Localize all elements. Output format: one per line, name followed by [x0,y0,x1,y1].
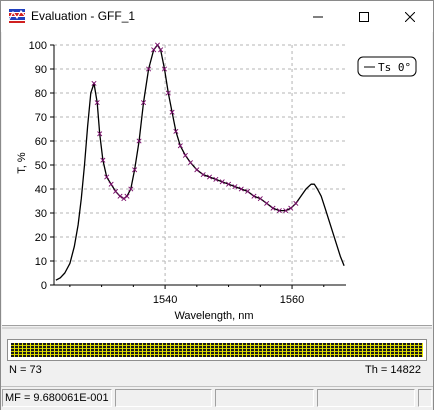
status-bar: MF = 9.680061E-001 [1,386,433,410]
data-point [108,181,114,187]
y-tick-label: 60 [35,136,47,148]
y-tick-label: 20 [35,232,47,244]
y-ticks: 0 10 20 30 40 50 60 70 80 90 100 [29,40,54,292]
x-axis-label: Wavelength, nm [174,310,253,322]
status-cell-3 [215,389,314,407]
separator [2,327,432,329]
status-merit-function: MF = 9.680061E-001 [2,389,112,407]
y-tick-label: 40 [35,184,47,196]
plot-panel[interactable]: 0 10 20 30 40 50 60 70 80 90 100 1540 1560 Waveleng… [2,32,432,326]
iterations-count: N = 73 [9,364,42,376]
progress-panel: N = 73 Th = 14822 [2,331,432,381]
transmittance-chart[interactable]: 0 10 20 30 40 50 60 70 80 90 100 1540 1560 Waveleng… [2,32,432,325]
y-tick-label: 80 [35,88,47,100]
window-title: Evaluation - GFF_1 [31,9,136,23]
x-ticks: 1540 1560 [69,285,325,306]
data-point [293,200,299,206]
x-tick-label: 1540 [153,294,177,306]
data-point [187,160,193,166]
threshold-value: Th = 14822 [365,364,421,376]
y-tick-label: 50 [35,160,47,172]
y-tick-label: 90 [35,64,47,76]
legend-entry: Ts 0° [378,61,411,74]
y-tick-label: 70 [35,112,47,124]
title-bar[interactable]: Evaluation - GFF_1 [1,1,433,32]
minimize-button[interactable] [295,1,341,32]
progress-bar [7,339,427,361]
data-point [194,167,200,173]
series [55,42,345,281]
minimize-icon [313,16,323,17]
y-tick-label: 100 [29,40,47,52]
app-icon [8,8,26,24]
status-cell-2 [115,389,212,407]
evaluation-window: Evaluation - GFF_1 0 10 20 30 40 50 60 70 [0,0,434,410]
y-tick-label: 0 [41,280,47,292]
x-tick-label: 1560 [280,294,304,306]
close-icon [405,11,415,22]
data-point [124,193,130,199]
maximize-icon [359,11,369,22]
data-point [121,196,127,202]
grid [54,44,346,285]
status-cell-5 [418,389,432,407]
series-line-transmittance [55,44,345,281]
y-tick-label: 30 [35,208,47,220]
data-point [154,42,160,48]
status-cell-4 [317,389,415,407]
data-point [113,188,119,194]
y-axis-label: T, % [16,152,28,174]
data-point [117,193,123,199]
progress-bar-fill [11,343,423,357]
legend[interactable]: Ts 0° [357,56,417,77]
data-point [182,152,188,158]
data-point [264,200,270,206]
maximize-button[interactable] [341,1,387,32]
close-button[interactable] [387,1,433,32]
y-tick-label: 10 [35,256,47,268]
